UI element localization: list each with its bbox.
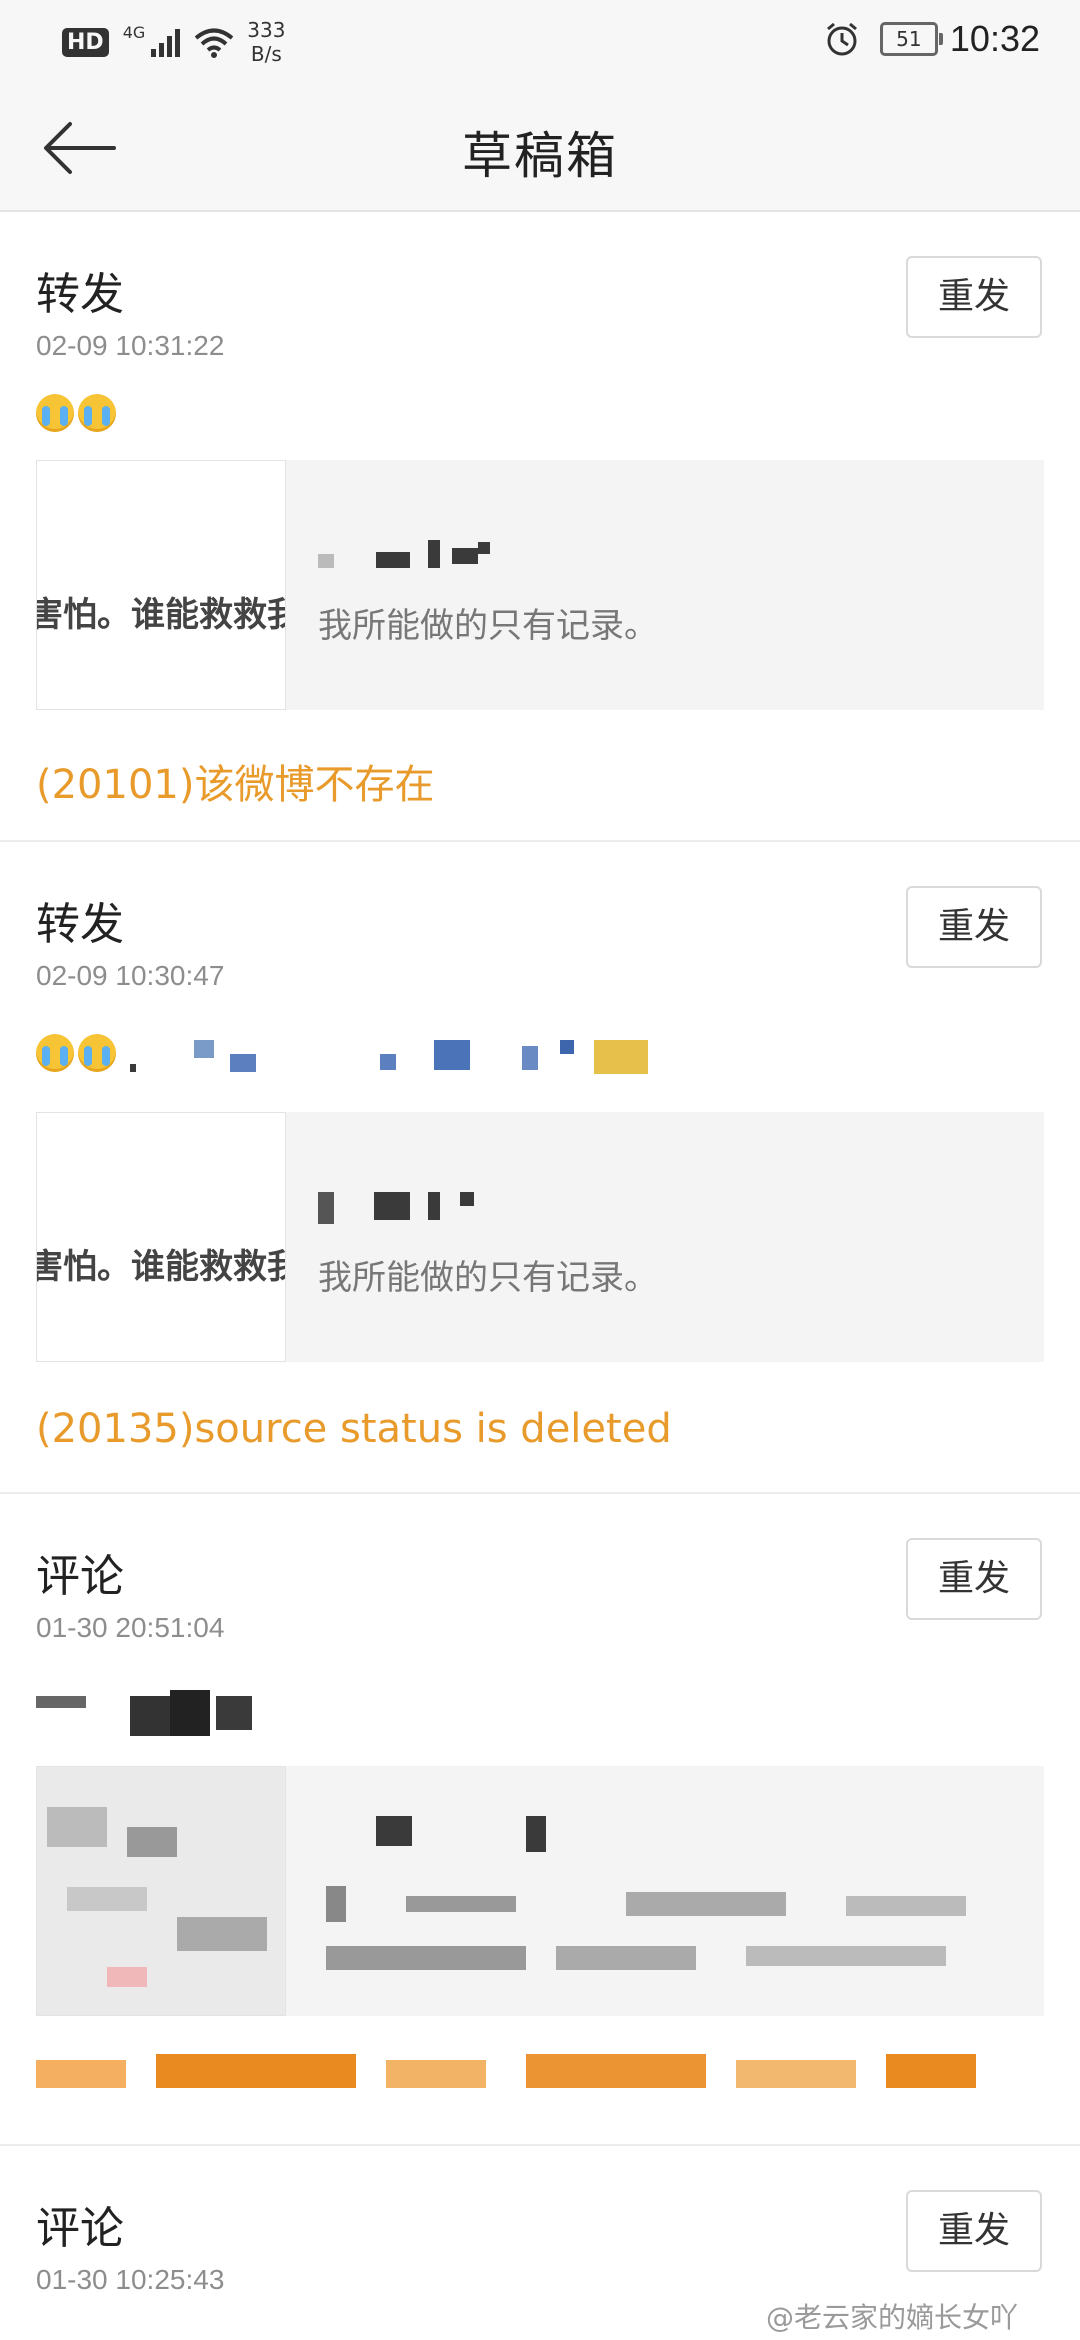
net-speed-unit: B/s	[250, 42, 282, 66]
quoted-weibo-card[interactable]: 害怕。谁能救救我 我所能做的只有记录。	[36, 1112, 1044, 1362]
card-thumbnail: 害怕。谁能救救我	[36, 1112, 286, 1362]
battery-indicator: 51	[879, 22, 943, 56]
resend-button[interactable]: 重发	[906, 886, 1042, 968]
signal-icon	[151, 29, 181, 57]
draft-time: 02-09 10:31:22	[36, 330, 225, 361]
redacted-text	[130, 1040, 670, 1076]
card-title-redacted	[318, 540, 518, 570]
card-description: 我所能做的只有记录。	[318, 606, 658, 646]
draft-time: 01-30 10:25:43	[36, 2264, 225, 2295]
alarm-icon	[826, 22, 857, 56]
crying-emoji-icons	[36, 394, 120, 432]
net-speed-value: 333	[247, 18, 286, 42]
thumbnail-text: 害怕。谁能救救我	[36, 595, 286, 635]
crying-emoji-icon	[78, 1034, 116, 1072]
network-type: 4G	[122, 22, 146, 42]
status-right: 51 10:32	[824, 18, 1040, 60]
status-bar: HD 4G 333 B/s 51 10:32	[0, 0, 1080, 80]
header: 草稿箱	[0, 80, 1080, 212]
crying-emoji-icon	[36, 1034, 74, 1072]
page-title: 草稿箱	[462, 127, 618, 185]
crying-emoji-icon	[36, 394, 74, 432]
draft-item[interactable]: 转发 02-09 10:31:22 重发 害怕。谁能救救我 我所能做的只有记录。…	[0, 212, 1080, 842]
wifi-icon	[194, 28, 234, 58]
quoted-weibo-card[interactable]: 害怕。谁能救救我 我所能做的只有记录。	[36, 460, 1044, 710]
crying-emoji-icon	[78, 394, 116, 432]
card-description: 我所能做的只有记录。	[318, 1258, 658, 1298]
thumbnail-text: 害怕。谁能救救我	[36, 1247, 286, 1287]
error-message-redacted	[36, 2054, 976, 2094]
resend-button[interactable]: 重发	[906, 1538, 1042, 1620]
error-message: (20135)source status is deleted	[36, 1406, 672, 1452]
draft-type: 转发	[36, 899, 124, 950]
resend-button[interactable]: 重发	[906, 2190, 1042, 2272]
redacted-text	[36, 1690, 256, 1738]
hd-icon: HD	[62, 27, 109, 57]
card-thumbnail: 害怕。谁能救救我	[36, 460, 286, 710]
status-left: HD 4G 333 B/s	[62, 18, 285, 66]
draft-item[interactable]: 转发 02-09 10:30:47 重发 害怕。谁能救救我 我所能做的只有记录。…	[0, 842, 1080, 1494]
draft-time: 01-30 20:51:04	[36, 1612, 225, 1643]
error-message: (20101)该微博不存在	[36, 762, 435, 808]
draft-type: 评论	[36, 1551, 124, 1602]
draft-item[interactable]: 评论 01-30 20:51:04 重发	[0, 1494, 1080, 2146]
draft-type: 评论	[36, 2203, 124, 2254]
card-text-redacted	[326, 1816, 1006, 1976]
net-speed: 333 B/s	[247, 18, 285, 66]
weibo-watermark: @老云家的嫡长女吖	[766, 2301, 1019, 2334]
crying-emoji-icons	[36, 1034, 120, 1072]
card-thumbnail	[36, 1766, 286, 2016]
draft-type: 转发	[36, 269, 124, 320]
draft-time: 02-09 10:30:47	[36, 960, 225, 991]
quoted-card-redacted[interactable]	[36, 1766, 1044, 2016]
clock: 10:32	[949, 18, 1040, 59]
resend-button[interactable]: 重发	[906, 256, 1042, 338]
card-title-redacted	[318, 1192, 518, 1224]
